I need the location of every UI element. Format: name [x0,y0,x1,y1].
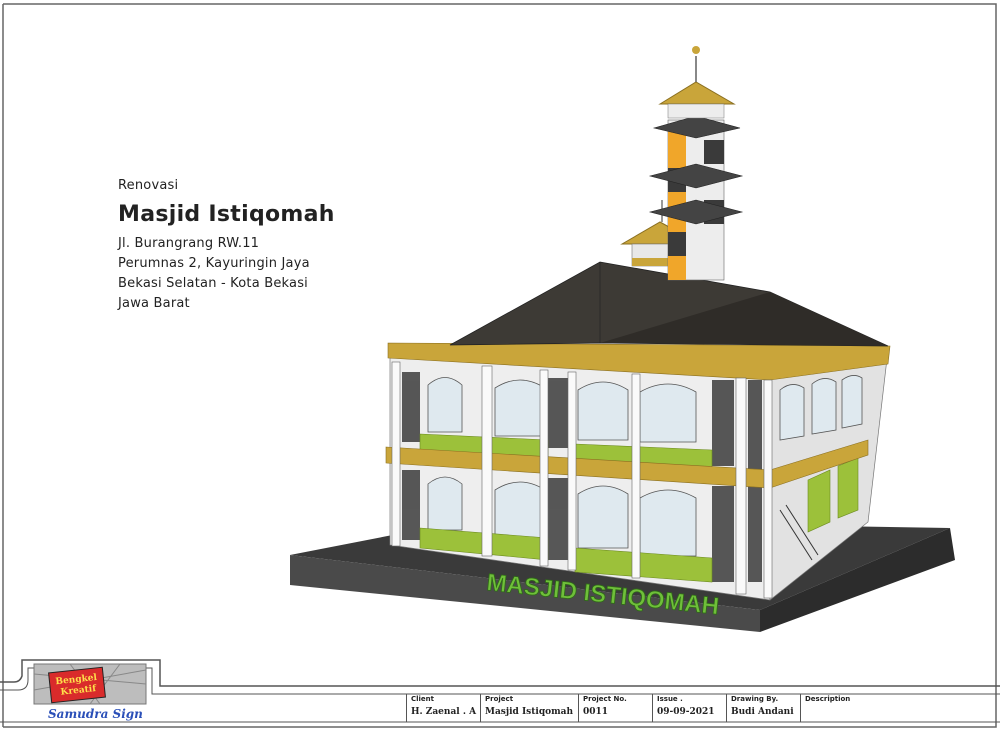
project-cell: Project Masjid Istiqomah [480,694,573,722]
issue-value: 09-09-2021 [657,707,715,717]
drawing-sheet: Renovasi Masjid Istiqomah Jl. Burangrang… [0,0,1000,731]
issue-label: Issue . [657,695,683,703]
client-cell: Client H. Zaenal . A [406,694,479,722]
project-value: Masjid Istiqomah [485,707,574,717]
client-label: Client [411,695,435,703]
description-value [801,704,991,706]
project-no-value: 0011 [583,707,609,717]
drawing-by-value: Budi Andani [731,707,794,717]
description-cell: Description [800,694,991,722]
drawing-by-cell: Drawing By. Budi Andani [726,694,797,722]
mosque-rendering: MASJID ISTIQOMAH [290,46,955,632]
logo-brand: Samudra Sign [48,707,143,721]
project-no-cell: Project No. 0011 [578,694,651,722]
client-value: H. Zaenal . A [411,707,477,717]
company-logo: Bengkel Kreatif Samudra Sign [30,660,150,724]
project-label: Project [485,695,514,703]
issue-cell: Issue . 09-09-2021 [652,694,725,722]
description-label: Description [805,695,851,703]
drawing-by-label: Drawing By. [731,695,779,703]
project-no-label: Project No. [583,695,627,703]
logo-graphic: Bengkel Kreatif Samudra Sign [33,663,147,721]
